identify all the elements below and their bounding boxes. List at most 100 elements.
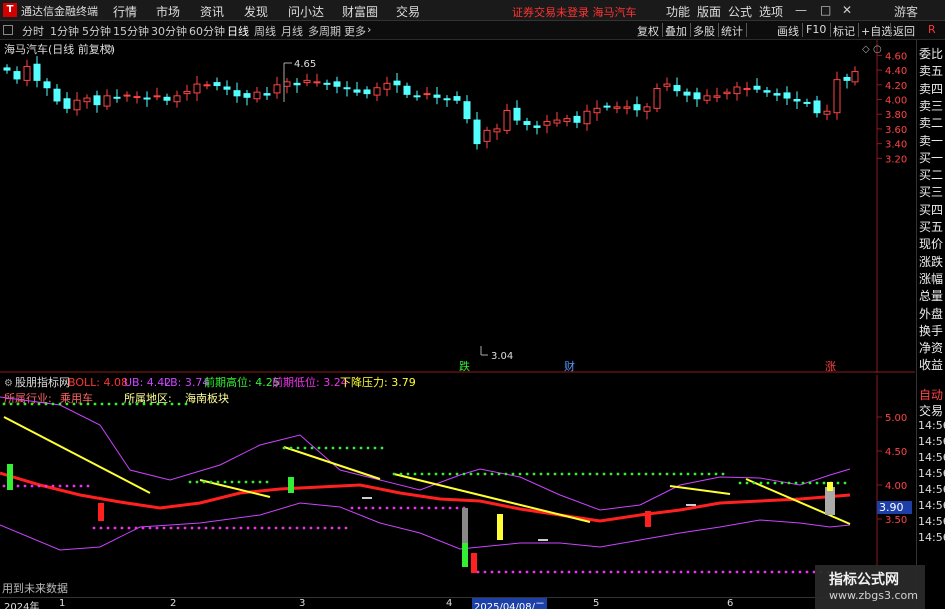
back-button[interactable]: 返回 (893, 23, 915, 39)
high-dot (672, 472, 676, 476)
period-5min[interactable]: 5分钟 (82, 23, 111, 39)
candlestick-chart[interactable]: 海马汽车(日线 前复权) ⚙ ◇ ○ 4.60 4.40 4.20 4.00 3.80 3… (0, 40, 915, 373)
quote-label: 卖四 (919, 81, 944, 96)
f10-button[interactable]: F10 (806, 23, 826, 36)
high-dot (518, 472, 522, 476)
low-dot (679, 570, 683, 574)
toolbar-divider (858, 23, 859, 37)
menu-market-quote[interactable]: 行情 (113, 3, 137, 20)
menu-news[interactable]: 资讯 (200, 3, 224, 20)
candle-body (403, 85, 411, 95)
low-dot (378, 506, 382, 510)
layout-icon[interactable] (3, 25, 13, 35)
high-dot (609, 472, 613, 476)
low-dot (58, 484, 62, 488)
overlay-button[interactable]: 叠加 (665, 23, 687, 39)
chevron-right-icon[interactable]: › (367, 23, 371, 36)
app-name: 通达信金融终端 (21, 5, 98, 18)
high-dot (794, 481, 798, 485)
high-dot (58, 402, 62, 406)
menu-market[interactable]: 市场 (156, 3, 180, 20)
period-daily[interactable]: 日线 (227, 23, 249, 39)
candle-body (733, 86, 741, 95)
candle-body (303, 79, 311, 84)
candle-body (113, 96, 121, 99)
low-dot (337, 526, 341, 530)
period-weekly[interactable]: 周线 (254, 23, 276, 39)
low-dot (455, 506, 459, 510)
menu-formula[interactable]: 公式 (728, 3, 752, 20)
high-dot (345, 446, 349, 450)
candle-body (343, 87, 351, 90)
login-notice[interactable]: 证券交易未登录 海马汽车 (512, 4, 637, 20)
low-dot (798, 570, 802, 574)
period-monthly[interactable]: 月线 (281, 23, 303, 39)
stats-button[interactable]: 统计 (721, 23, 743, 39)
settings-icon[interactable]: ⚙ (104, 43, 114, 56)
low-dot (665, 570, 669, 574)
period-more[interactable]: 更多 (344, 23, 366, 39)
candle-body (363, 89, 371, 95)
price-tick-label: 4.00 (885, 96, 907, 107)
low-dot (560, 570, 564, 574)
high-dot (623, 472, 627, 476)
candle-body (693, 92, 701, 100)
period-1min[interactable]: 1分钟 (50, 23, 79, 39)
signal-bar (288, 477, 294, 493)
close-icon[interactable]: ✕ (842, 3, 852, 17)
user-label[interactable]: 游客 (894, 3, 918, 20)
indicator-chart[interactable]: ⚙ 股朋指标网 BOLL: 4.08 UB: 4.42 LB: 3.74 前期高… (0, 375, 915, 597)
high-dot (595, 472, 599, 476)
quote-label: 买一 (919, 150, 944, 165)
high-dot (801, 481, 805, 485)
region-value: 海南板块 (185, 391, 229, 405)
candle-body (373, 87, 381, 96)
r-icon[interactable]: R (928, 23, 936, 36)
draw-button[interactable]: 画线 (777, 23, 799, 39)
period-intraday[interactable]: 分时 (22, 23, 44, 39)
high-dot (752, 481, 756, 485)
mark-button[interactable]: 标记 (833, 23, 855, 39)
candle-body (793, 99, 801, 102)
high-dot (230, 480, 234, 484)
trade-label[interactable]: 交易 (919, 402, 943, 419)
period-30min[interactable]: 30分钟 (151, 23, 187, 39)
signal-bar (7, 464, 13, 490)
diamond-icon[interactable]: ◇ (862, 44, 870, 55)
period-60min[interactable]: 60分钟 (189, 23, 225, 39)
restore-icon[interactable]: □ (820, 3, 831, 17)
adjust-button[interactable]: 复权 (637, 23, 659, 39)
period-15min[interactable]: 15分钟 (113, 23, 149, 39)
menu-options[interactable]: 选项 (759, 3, 783, 20)
add-watchlist-button[interactable]: +自选 (861, 23, 892, 39)
menu-discover[interactable]: 发现 (244, 3, 268, 20)
watermark-title: 指标公式网 (829, 572, 899, 588)
date-axis: 2024年 1 2 3 4 2025/04/08/二 5 6 (0, 597, 915, 609)
low-dot (427, 506, 431, 510)
circle-icon[interactable]: ○ (873, 44, 882, 55)
high-dot (448, 472, 452, 476)
minimize-icon[interactable]: — (795, 3, 807, 17)
menu-trade[interactable]: 交易 (396, 3, 420, 20)
menu-layout[interactable]: 版面 (697, 3, 721, 20)
candle-body (53, 88, 61, 102)
low-dot (155, 526, 159, 530)
candle-body (543, 121, 551, 126)
high-dot (156, 402, 160, 406)
high-dot (51, 402, 55, 406)
low-dot (253, 526, 257, 530)
period-multi[interactable]: 多周期 (308, 23, 341, 39)
candle-body (83, 97, 91, 103)
auto-label[interactable]: 自动 (919, 386, 943, 403)
multi-stock-button[interactable]: 多股 (693, 23, 715, 39)
high-dot (142, 402, 146, 406)
menu-function[interactable]: 功能 (666, 3, 690, 20)
gear-icon[interactable]: ⚙ (4, 378, 13, 389)
candle-body (773, 93, 781, 96)
high-dot (651, 472, 655, 476)
high-dot (504, 472, 508, 476)
low-dot (79, 484, 83, 488)
menu-wealth[interactable]: 财富圈 (342, 3, 378, 20)
menu-ask[interactable]: 问小达 (288, 3, 324, 20)
low-dot (532, 570, 536, 574)
